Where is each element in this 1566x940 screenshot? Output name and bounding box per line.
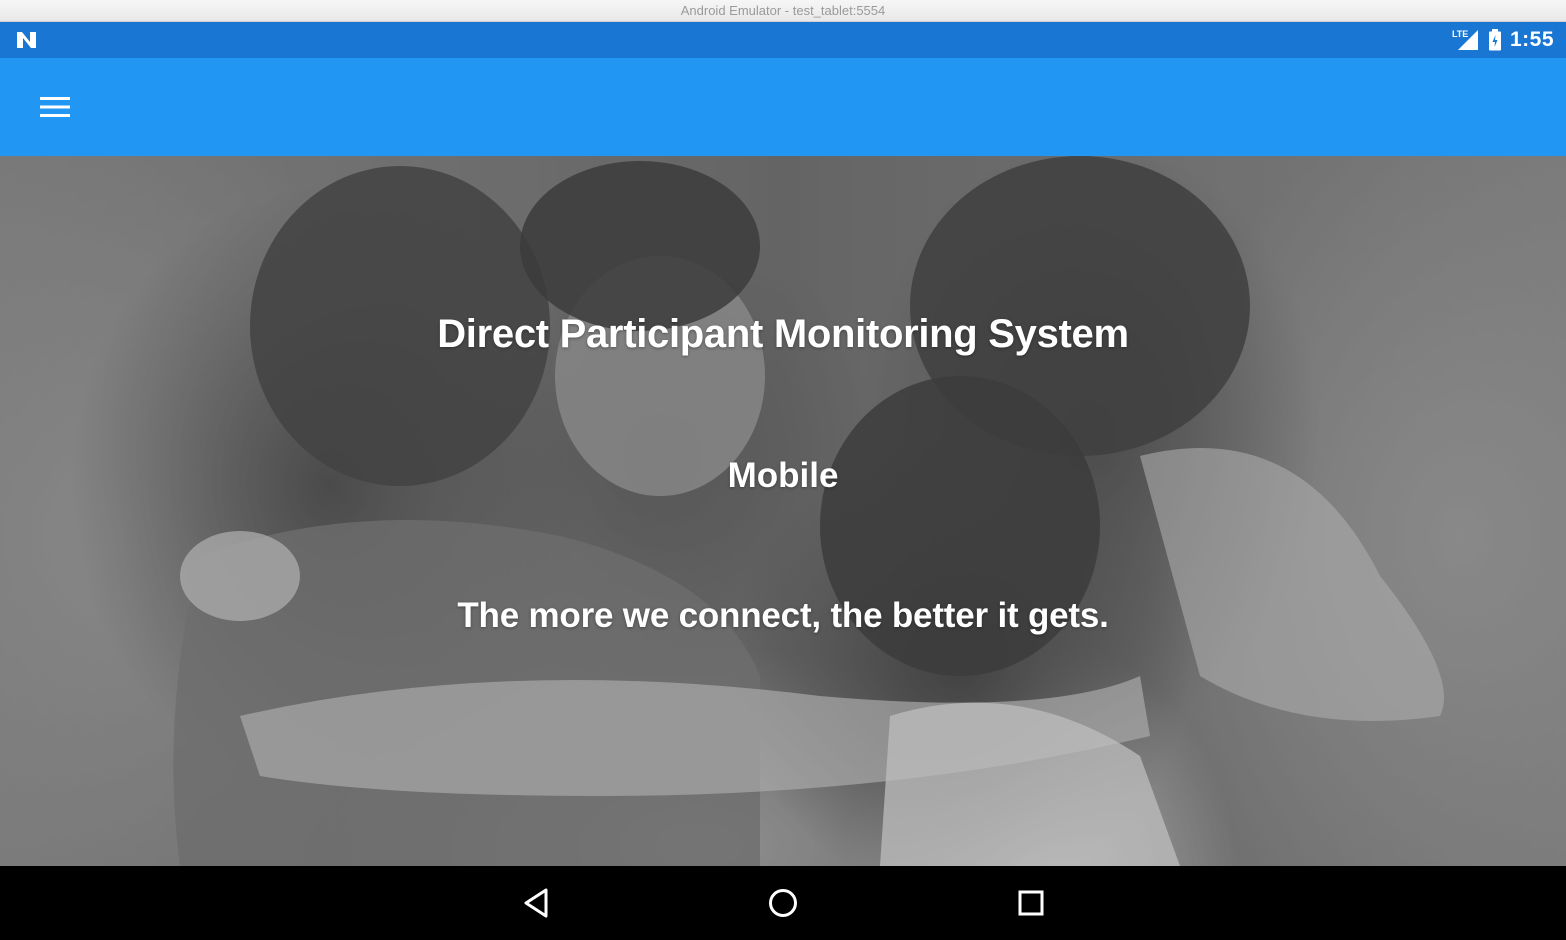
hero-tagline: The more we connect, the better it gets. xyxy=(457,596,1109,635)
hero-banner: Direct Participant Monitoring System Mob… xyxy=(0,156,1566,866)
back-button[interactable] xyxy=(516,883,556,923)
hero-subtitle: Mobile xyxy=(727,456,839,495)
hero-overlay xyxy=(0,156,1566,866)
hero-title: Direct Participant Monitoring System xyxy=(437,312,1129,356)
hamburger-menu-icon xyxy=(40,97,70,117)
status-icons: LTE 1:55 xyxy=(1452,22,1554,58)
home-circle-icon xyxy=(769,889,797,917)
home-button[interactable] xyxy=(763,883,803,923)
recents-button[interactable] xyxy=(1011,883,1051,923)
app-bar xyxy=(0,58,1566,156)
window-title: Android Emulator - test_tablet:5554 xyxy=(680,3,886,18)
recents-square-icon xyxy=(1018,890,1044,916)
navigation-bar xyxy=(0,866,1566,940)
n-logo-icon xyxy=(17,32,36,48)
signal-icon: LTE xyxy=(1452,28,1480,52)
window-titlebar: Android Emulator - test_tablet:5554 xyxy=(0,0,1566,22)
back-triangle-icon xyxy=(524,888,548,918)
battery-icon xyxy=(1488,29,1501,51)
menu-button[interactable] xyxy=(28,86,82,128)
status-clock: 1:55 xyxy=(1509,28,1554,51)
status-bar: LTE 1:55 xyxy=(0,22,1566,58)
